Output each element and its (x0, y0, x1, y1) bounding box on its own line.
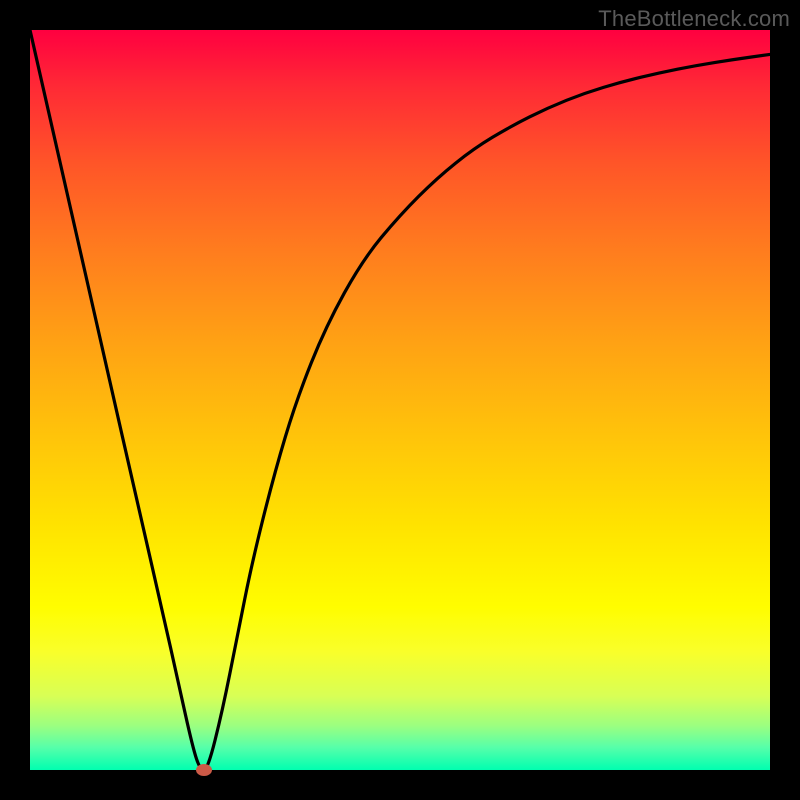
plot-background-gradient (30, 30, 770, 770)
optimum-marker (196, 764, 212, 776)
chart-frame: TheBottleneck.com (0, 0, 800, 800)
watermark-text: TheBottleneck.com (598, 6, 790, 32)
